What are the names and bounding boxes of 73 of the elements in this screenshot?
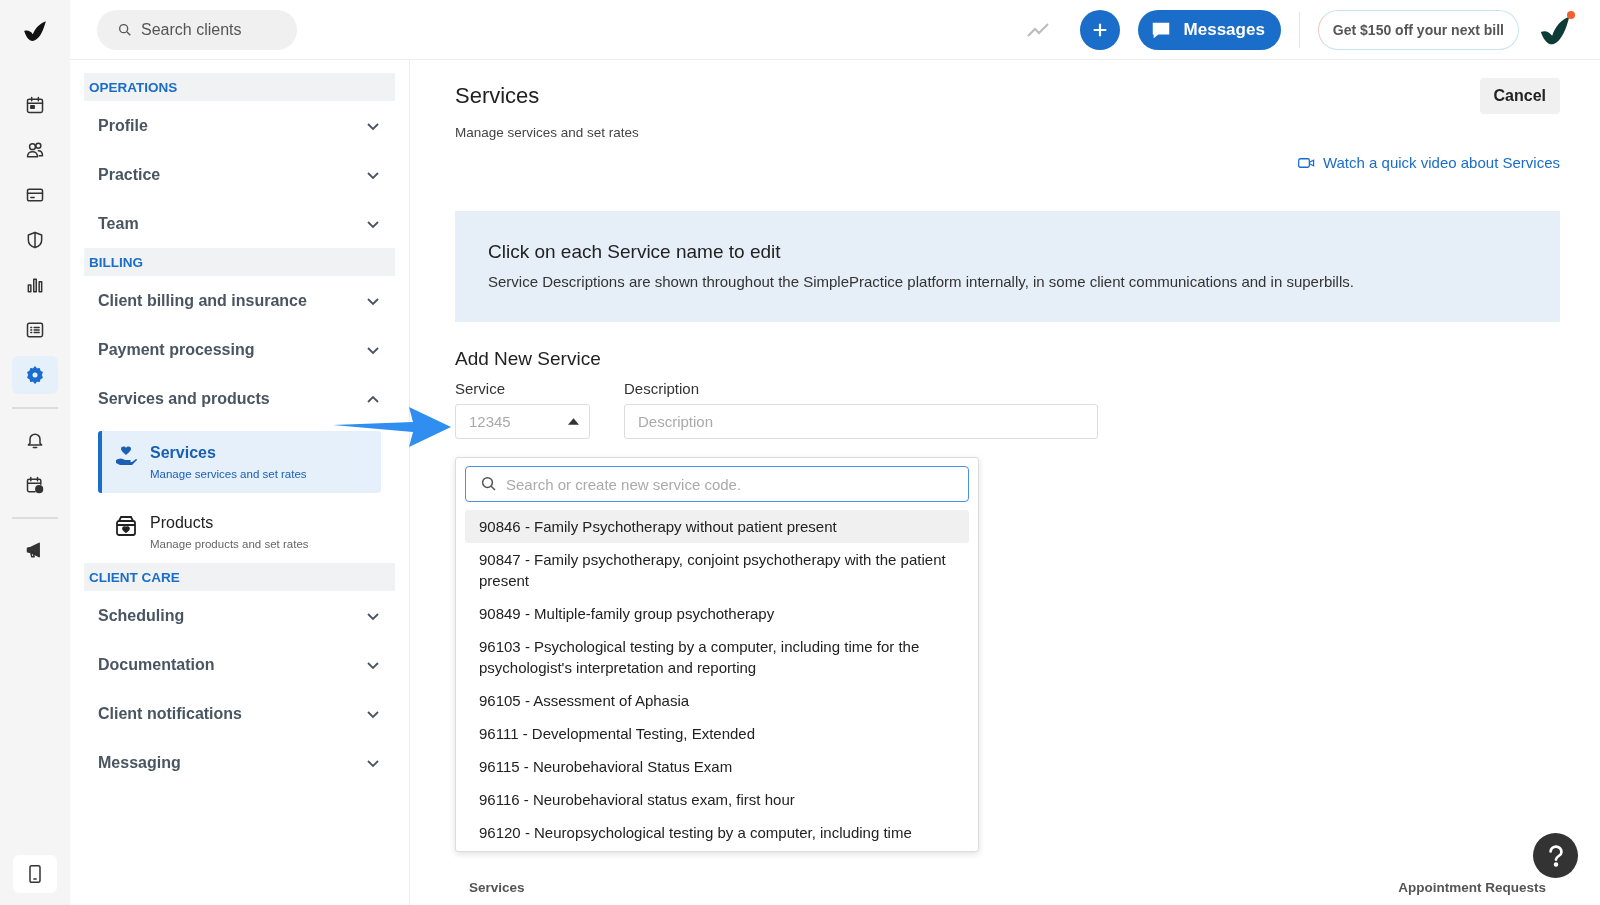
section-heading: Add New Service <box>455 348 602 370</box>
sidebar-item[interactable]: Messaging <box>84 738 395 787</box>
sidebar-label: Team <box>98 214 139 233</box>
dropdown-option[interactable]: 90846 - Family Psychotherapy without patient present <box>465 510 969 543</box>
box-heart-icon <box>114 514 138 538</box>
cancel-button[interactable]: Cancel <box>1479 78 1560 114</box>
sidebar-label: Scheduling <box>98 606 185 625</box>
section-header: CLIENT CARE <box>84 563 395 591</box>
submenu-item[interactable]: Products Manage products and set rates <box>98 501 381 563</box>
video-link[interactable]: Watch a quick video about Services <box>1297 154 1560 171</box>
dropdown-option[interactable]: 96111 - Developmental Testing, Extended <box>465 717 969 750</box>
question-icon <box>1546 843 1565 868</box>
submenu-item[interactable]: Services Manage services and set rates <box>98 431 381 493</box>
field-label: Description <box>624 380 701 397</box>
dropdown-option[interactable]: 96115 - Neurobehavioral Status Exam <box>465 750 969 783</box>
calendar-icon <box>25 95 45 115</box>
submenu-title: Services <box>150 444 217 462</box>
search-field[interactable]: Search or create new service code. <box>465 466 969 502</box>
select-placeholder: 12345 <box>469 413 511 430</box>
dropdown-option[interactable]: 96120 - Neuropsychological testing by a computer, including time <box>465 816 969 849</box>
submenu-subtitle: Manage products and set rates <box>150 538 309 550</box>
dropdown-option[interactable]: 90849 - Multiple-family group psychotherapy <box>465 597 969 630</box>
page-subtitle: Manage services and set rates <box>455 125 639 140</box>
sidebar-item[interactable]: Profile <box>84 101 395 150</box>
sidebar-item[interactable]: Payment processing <box>84 325 395 374</box>
sidebar-label: Documentation <box>98 655 215 674</box>
sidebar-item[interactable]: Documentation <box>84 640 395 689</box>
submenu-subtitle: Manage services and set rates <box>150 468 307 480</box>
dropdown-option[interactable]: 96105 - Assessment of Aphasia <box>465 684 969 717</box>
banner-text: Service Descriptions are shown throughout the SimplePractice platform internally, in some client communications and in superbills. <box>488 273 1355 290</box>
sidebar-item[interactable]: Client billing and insurance <box>84 276 395 325</box>
add-button[interactable] <box>1079 9 1120 50</box>
shield-icon <box>25 230 45 250</box>
messages-button[interactable]: Messages <box>1137 9 1281 50</box>
list-icon <box>25 320 45 340</box>
dropdown-option[interactable]: 96116 - Neurobehavioral status exam, first hour <box>465 783 969 816</box>
people-icon <box>25 140 45 160</box>
dropdown-option[interactable]: 96103 - Psychological testing by a computer, including time for the psychologist's interpretation and reporting <box>465 630 969 684</box>
sidebar-item[interactable]: Client notifications <box>84 689 395 738</box>
sidebar-label: Client billing and insurance <box>98 291 307 310</box>
sidebar-label: Client notifications <box>98 704 242 723</box>
description-field[interactable]: Description <box>624 404 1098 439</box>
section-header: BILLING <box>84 248 395 276</box>
submenu-title: Products <box>150 514 215 532</box>
promo-button[interactable]: Get $150 off your next bill <box>1317 9 1519 50</box>
video-camera-icon <box>1297 156 1315 169</box>
sidebar-label: Profile <box>98 116 148 135</box>
field-label: Service <box>455 380 507 397</box>
sidebar-label: Services and products <box>98 389 270 408</box>
logo-icon[interactable] <box>22 18 48 44</box>
hand-heart-icon <box>114 444 138 468</box>
bar-chart-icon <box>25 275 45 295</box>
search-icon <box>480 475 498 493</box>
column-header: Appointment Requests <box>1398 880 1546 895</box>
sidebar-label: Practice <box>98 165 161 184</box>
credit-card-icon <box>25 185 45 205</box>
column-header: Services <box>469 880 525 895</box>
sidebar-item[interactable]: Scheduling <box>84 591 395 640</box>
dropdown-option[interactable]: 90847 - Family psychotherapy, conjoint psychotherapy with the patient present <box>465 543 969 597</box>
sidebar-label: Messaging <box>98 753 181 772</box>
sidebar-item[interactable]: Team <box>84 199 395 248</box>
sidebar-item[interactable]: Services and products <box>84 374 395 423</box>
search-field[interactable]: Search clients <box>97 9 297 50</box>
mobile-button[interactable] <box>13 855 57 893</box>
settings-icon <box>25 365 45 385</box>
section-header: OPERATIONS <box>84 73 395 101</box>
calendar-plus-icon <box>25 475 45 495</box>
sidebar-item[interactable]: Practice <box>84 150 395 199</box>
help-button[interactable] <box>1533 833 1578 878</box>
sidebar-label: Payment processing <box>98 340 255 359</box>
search-icon <box>117 21 133 38</box>
banner-title: Click on each Service name to edit <box>488 241 782 263</box>
page-title: Services <box>455 83 541 109</box>
